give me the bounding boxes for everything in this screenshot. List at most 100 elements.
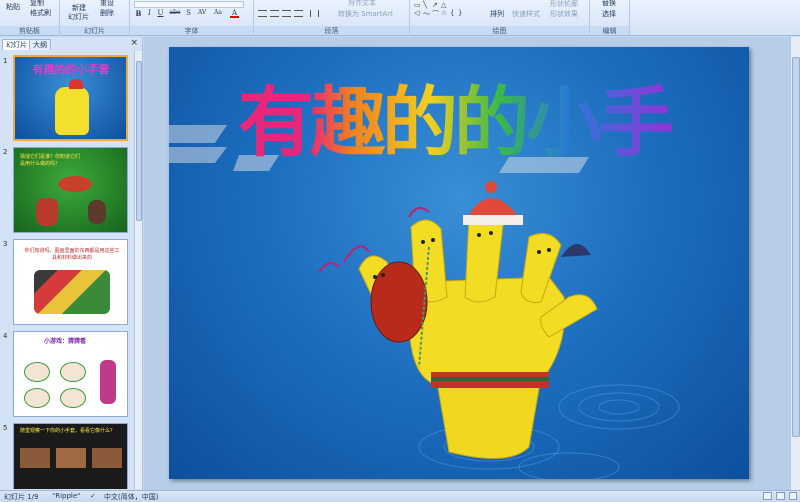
underline-button[interactable]: U — [156, 9, 165, 18]
reset-button[interactable]: 重设 — [100, 0, 114, 8]
copy-button[interactable]: 复制 — [30, 0, 44, 8]
font-label: 字体 — [130, 26, 253, 35]
thumb-number: 4 — [3, 332, 8, 340]
thumb-title: 小游戏：猜猜看 — [44, 338, 87, 345]
slide-title[interactable]: 有趣的的小手套 — [224, 73, 684, 267]
justify-icon[interactable] — [294, 10, 303, 17]
drawing-group: ▭ ╲ ↗ △ ◁ 〜 ⌒ ☆ { } 排列 快速样式 形状轮廓 形状效果 绘图 — [410, 0, 590, 36]
theme-name: "Ripple" — [52, 492, 81, 500]
font-group: B I U abe S AV Aa A 字体 — [130, 0, 254, 36]
panel-scroll-thumb[interactable] — [136, 61, 142, 221]
star-shape-icon[interactable]: ☆ — [441, 9, 449, 17]
paragraph-label: 段落 — [254, 26, 409, 35]
editor-scrollbar[interactable] — [790, 37, 800, 490]
thumb-number: 3 — [3, 240, 8, 248]
slide-thumbnail-2[interactable]: 猜谜它们是谁？你知道它们是用什么做的吗？ — [13, 147, 128, 233]
tab-slides[interactable]: 幻灯片 — [2, 39, 31, 50]
puppet-image-left — [36, 198, 58, 226]
slide-thumbnail-1[interactable]: 有趣的的小手套 — [13, 55, 128, 141]
font-color-button[interactable]: A — [230, 9, 239, 18]
slide-sorter-view-button[interactable] — [776, 492, 785, 500]
tab-outline[interactable]: 大纲 — [29, 39, 51, 50]
thumbnail-list: 1 有趣的的小手套 2 猜谜它们是谁？你知道它们是用什么做的吗？ 3 你们知道吗… — [0, 51, 133, 489]
shape-outline-button[interactable]: 形状轮廓 — [550, 0, 578, 9]
arrow-shape-icon[interactable]: ↗ — [432, 1, 440, 9]
brace-left-icon[interactable]: { — [450, 9, 458, 17]
slide-counter: 幻灯片 1/9 — [4, 493, 39, 501]
brace-right-icon[interactable]: } — [458, 9, 466, 17]
editing-group: 替换 选择 编辑 — [590, 0, 630, 36]
oval-image-2 — [60, 362, 86, 382]
panel-scrollbar[interactable] — [134, 51, 142, 489]
clipboard-label: 剪贴板 — [0, 26, 59, 35]
clipboard-group: 粘贴 复制 格式刷 剪贴板 — [0, 0, 60, 36]
slide-editor: 有趣的的小手套 — [144, 37, 800, 490]
quick-styles-button[interactable]: 快速样式 — [512, 9, 540, 19]
thumb-number: 5 — [3, 424, 8, 432]
panel-tabs: 幻灯片 大纲 × — [2, 38, 140, 50]
thumb-number: 2 — [3, 148, 8, 156]
delete-button[interactable]: 删除 — [100, 8, 114, 18]
select-button[interactable]: 选择 — [602, 9, 616, 19]
normal-view-button[interactable] — [763, 492, 772, 500]
triangle-shape-icon[interactable]: △ — [441, 1, 449, 9]
ribbon: 粘贴 复制 格式刷 剪贴板 新建 幻灯片 重设 删除 幻灯片 B I U abe… — [0, 0, 800, 36]
slide-thumbnail-4[interactable]: 小游戏：猜猜看 — [13, 331, 128, 417]
glove-photo-3 — [92, 448, 122, 468]
slideshow-view-button[interactable] — [789, 492, 797, 500]
align-left-icon[interactable] — [258, 10, 267, 17]
slides-label: 幻灯片 — [60, 26, 129, 35]
slides-panel: 幻灯片 大纲 × 1 有趣的的小手套 2 猜谜它们是谁？你知道它们是用什么做的吗… — [0, 37, 143, 490]
font-name-box[interactable] — [134, 1, 244, 8]
rectangle-shape-icon[interactable]: ▭ — [414, 1, 422, 9]
format-painter-button[interactable]: 格式刷 — [30, 8, 51, 18]
slides-group: 新建 幻灯片 重设 删除 幻灯片 — [60, 0, 130, 36]
brace-shape-icon[interactable]: ⌒ — [432, 9, 440, 18]
shape-effects-button[interactable]: 形状效果 — [550, 9, 578, 19]
status-bar: 幻灯片 1/9 "Ripple" ✓ 中文(简体，中国) — [0, 490, 800, 502]
bold-button[interactable]: B — [134, 9, 143, 18]
thumb-number: 1 — [3, 57, 8, 65]
drawing-label: 绘图 — [410, 26, 589, 35]
glove-thumb-image — [55, 87, 89, 135]
editing-label: 编辑 — [590, 26, 629, 35]
rabbit-image — [100, 360, 116, 404]
oval-image-3 — [24, 388, 50, 408]
slide-thumbnail-5[interactable]: 随堂观察一下你的小手套，看看它像什么？ — [13, 423, 128, 489]
close-icon[interactable]: × — [130, 38, 138, 48]
glove-photo-1 — [20, 448, 50, 468]
thumb-title: 有趣的的小手套 — [32, 63, 110, 76]
oval-image-4 — [60, 388, 86, 408]
change-case-button[interactable]: Aa — [212, 9, 224, 18]
arrange-button[interactable]: 排列 — [490, 9, 504, 19]
thumb-text: 你们知道吗，图画里面的东西都是用这些工具和材料做出来的 — [24, 248, 120, 261]
curve-shape-2-icon[interactable]: 〜 — [423, 9, 431, 18]
strike-button[interactable]: abe — [168, 9, 182, 18]
char-spacing-button[interactable]: AV — [196, 9, 208, 18]
paragraph-group: 对齐文本 转换为 SmartArt 段落 — [254, 0, 410, 36]
shadow-button[interactable]: S — [184, 9, 193, 18]
columns-icon[interactable] — [310, 10, 319, 17]
bird-image — [58, 176, 92, 192]
puppet-image-right — [88, 200, 106, 224]
italic-button[interactable]: I — [145, 9, 154, 18]
thumb-text: 随堂观察一下你的小手套，看看它像什么？ — [20, 428, 116, 434]
curve-shape-icon[interactable]: ◁ — [414, 9, 422, 17]
replace-button[interactable]: 替换 — [602, 0, 616, 8]
editor-scroll-thumb[interactable] — [792, 57, 800, 437]
align-center-icon[interactable] — [270, 10, 279, 17]
language-indicator[interactable]: 中文(简体，中国) — [104, 492, 158, 502]
slide-canvas[interactable]: 有趣的的小手套 — [169, 47, 749, 479]
paste-button[interactable]: 粘贴 — [6, 2, 20, 12]
spellcheck-icon[interactable]: ✓ — [90, 492, 96, 500]
glove-hat-image — [69, 79, 83, 89]
glove-photo-2 — [56, 448, 86, 468]
oval-image-1 — [24, 362, 50, 382]
convert-smartart-button[interactable]: 转换为 SmartArt — [338, 9, 393, 19]
align-text-button[interactable]: 对齐文本 — [348, 0, 376, 8]
materials-image — [34, 270, 110, 314]
new-slide-label-2[interactable]: 幻灯片 — [68, 12, 89, 22]
slide-thumbnail-3[interactable]: 你们知道吗，图画里面的东西都是用这些工具和材料做出来的 — [13, 239, 128, 325]
line-shape-icon[interactable]: ╲ — [423, 1, 431, 9]
align-right-icon[interactable] — [282, 10, 291, 17]
